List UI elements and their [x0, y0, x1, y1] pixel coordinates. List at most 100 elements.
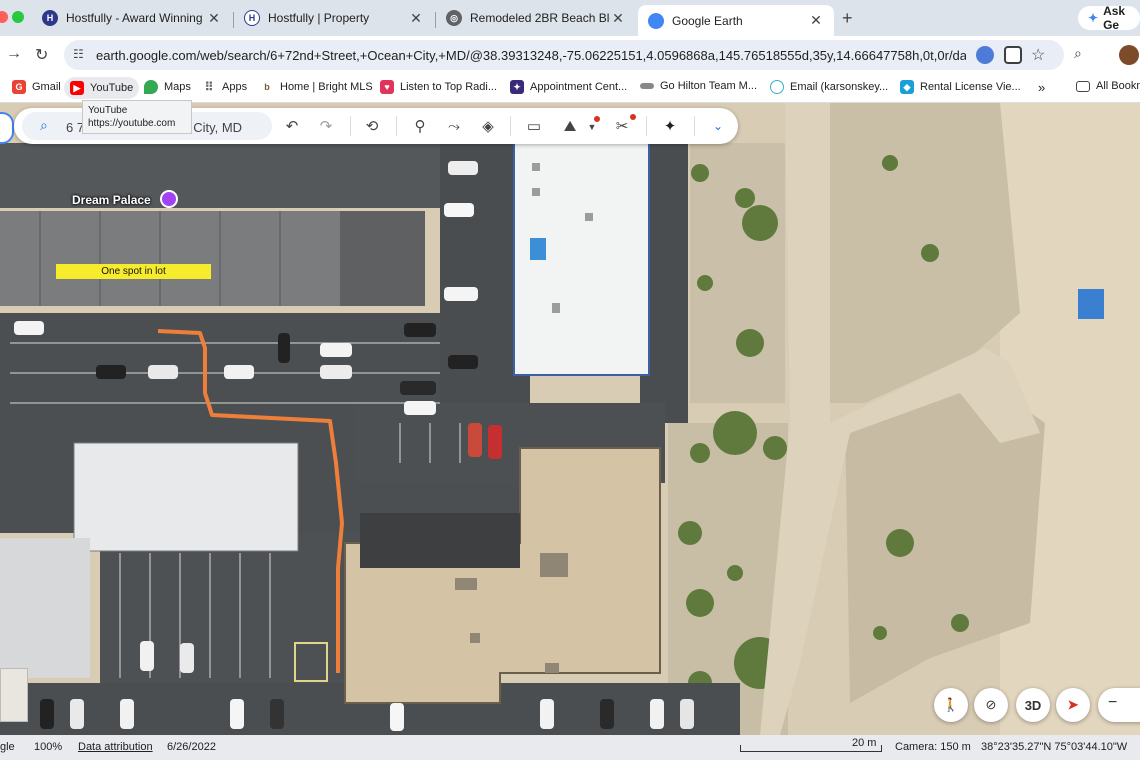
- apps-icon: ⠿: [204, 80, 214, 94]
- tooltip-url: https://youtube.com: [88, 118, 176, 129]
- draw-path-icon[interactable]: ⤳: [444, 116, 464, 136]
- history-icon[interactable]: ⟲: [362, 116, 382, 136]
- bookmark-label: Listen to Top Radi...: [400, 81, 498, 93]
- view-3d-button[interactable]: 3D: [1016, 688, 1050, 722]
- layers-icon[interactable]: ◈: [478, 116, 498, 136]
- google-logo: gle: [0, 741, 15, 753]
- bright-mls-icon: b: [264, 82, 270, 92]
- tab-hostfully-property[interactable]: H Hostfully | Property ✕: [234, 5, 434, 31]
- hostfully-icon: H: [244, 10, 260, 26]
- toolbar-divider: [350, 116, 351, 136]
- google-earth-icon: [648, 12, 664, 29]
- bookmark-radio[interactable]: ♥ Listen to Top Radi...: [380, 80, 497, 94]
- tab-title: Hostfully - Award Winning Va: [66, 11, 206, 25]
- reload-icon[interactable]: ↻: [35, 45, 48, 65]
- search-icon[interactable]: ⌕: [40, 117, 48, 134]
- bookmark-star-icon[interactable]: ☆: [1031, 45, 1049, 64]
- gemini-sparkle-icon: ✦: [1088, 11, 1099, 25]
- toolbar-divider: [396, 116, 397, 136]
- flat-roof-building: [0, 538, 90, 678]
- zoom-out-icon[interactable]: −: [1108, 694, 1117, 712]
- add-placemark-icon[interactable]: ⚲: [410, 116, 430, 136]
- zoom-level: 100%: [34, 741, 63, 753]
- close-tab-icon[interactable]: ✕: [206, 10, 222, 27]
- note-label[interactable]: One spot in lot: [56, 264, 211, 279]
- new-tab-icon[interactable]: +: [842, 8, 853, 29]
- bookmark-appointment[interactable]: ✦ Appointment Cent...: [510, 80, 627, 94]
- terrain-icon[interactable]: ⛰: [560, 116, 580, 136]
- all-bookmarks-button[interactable]: All Bookm: [1076, 80, 1140, 92]
- scale-label: 20 m: [852, 737, 877, 749]
- compass-icon[interactable]: ➤: [1056, 688, 1090, 722]
- search-tabs-icon[interactable]: ⌕: [1074, 45, 1082, 62]
- expand-chevron-icon[interactable]: ⌄: [708, 116, 728, 136]
- place-label-dream-palace[interactable]: Dream Palace: [72, 193, 151, 207]
- close-tab-icon[interactable]: ✕: [408, 10, 424, 27]
- window-close-button[interactable]: [0, 11, 8, 23]
- tools-icon[interactable]: ✂: [612, 116, 632, 136]
- bookmark-bright-mls[interactable]: b Home | Bright MLS: [260, 80, 373, 94]
- data-attribution-link[interactable]: Data attribution: [78, 741, 153, 753]
- bookmark-apps[interactable]: ⠿ Apps: [202, 80, 247, 94]
- gmail-icon: G: [12, 80, 26, 94]
- tab-google-earth[interactable]: Google Earth ✕: [638, 5, 834, 36]
- tab-hostfully-award[interactable]: H Hostfully - Award Winning Va ✕: [32, 5, 232, 31]
- ask-gemini-button[interactable]: ✦ Ask Ge: [1078, 4, 1140, 32]
- radio-icon: ♥: [380, 80, 394, 94]
- tooltip-title: YouTube: [88, 105, 128, 116]
- bookmark-label: YouTube: [90, 82, 134, 94]
- globe-icon: ◎: [446, 10, 462, 26]
- measure-icon[interactable]: ▭: [524, 116, 544, 136]
- forward-arrow-icon[interactable]: →: [6, 45, 22, 63]
- toolbar-divider: [510, 116, 511, 136]
- bookmark-label: All Bookm: [1096, 80, 1140, 92]
- bookmark-label: Home | Bright MLS: [280, 81, 373, 93]
- tab-title: Google Earth: [672, 13, 743, 28]
- toggle-tilt-icon[interactable]: ⊘: [974, 688, 1008, 722]
- browser-toolbar: → ↻ ☷ earth.google.com/web/search/6+72nd…: [0, 36, 1140, 74]
- bookmark-rental-license[interactable]: ◆ Rental License Vie...: [900, 80, 1021, 94]
- address-url[interactable]: earth.google.com/web/search/6+72nd+Stree…: [96, 48, 966, 63]
- street-view-pegman-icon[interactable]: 🚶: [934, 688, 968, 722]
- bookmark-hilton[interactable]: Go Hilton Team M...: [640, 80, 757, 92]
- youtube-icon: ▶: [70, 81, 84, 95]
- bookmark-gmail[interactable]: G Gmail: [12, 80, 61, 94]
- tab-title: Hostfully | Property: [268, 11, 370, 25]
- bookmark-tooltip: YouTube https://youtube.com: [82, 100, 192, 134]
- redo-icon[interactable]: ↷: [316, 116, 336, 136]
- cursor-coordinates: 38°23'35.27"N 75°03'44.10"W: [981, 741, 1128, 753]
- address-bar[interactable]: ☷ earth.google.com/web/search/6+72nd+Str…: [64, 40, 1064, 70]
- gemini-sparkle-icon[interactable]: ✦: [660, 116, 680, 136]
- appointment-icon: ✦: [510, 80, 524, 94]
- rental-icon: ◆: [900, 80, 914, 94]
- bookmark-label: Rental License Vie...: [920, 81, 1021, 93]
- profile-avatar[interactable]: [1119, 45, 1139, 65]
- tab-remodeled-2br[interactable]: ◎ Remodeled 2BR Beach Block ✕: [436, 5, 636, 31]
- bookmark-youtube[interactable]: ▶ YouTube: [64, 77, 140, 99]
- folder-icon: [1076, 80, 1090, 92]
- bookmark-maps[interactable]: Maps: [144, 80, 191, 94]
- camera-altitude: Camera: 150 m: [895, 741, 971, 753]
- earth-status-bar: gle 100% Data attribution 6/26/2022 20 m…: [0, 735, 1140, 760]
- bookmarks-overflow-button[interactable]: »: [1038, 80, 1045, 95]
- beach-umbrella: [1078, 289, 1104, 319]
- tab-strip: H Hostfully - Award Winning Va ✕ H Hostf…: [0, 0, 1140, 36]
- bookmark-email[interactable]: Email (karsonskey...: [770, 80, 888, 94]
- bookmark-label: Appointment Cent...: [530, 81, 628, 93]
- bookmark-label: Maps: [164, 81, 191, 93]
- window-zoom-button[interactable]: [12, 11, 24, 23]
- gemini-page-icon[interactable]: [976, 46, 994, 64]
- minimap-thumbnail[interactable]: [0, 668, 28, 722]
- site-settings-icon[interactable]: ☷: [73, 47, 84, 61]
- email-icon: [770, 80, 784, 94]
- google-lens-icon[interactable]: [1004, 46, 1022, 64]
- maps-icon: [144, 80, 158, 94]
- chevron-down-icon[interactable]: ▼: [582, 117, 602, 137]
- place-pin-icon[interactable]: [160, 190, 178, 208]
- undo-icon[interactable]: ↶: [282, 116, 302, 136]
- zoom-control[interactable]: −: [1098, 688, 1140, 722]
- ask-gemini-label: Ask Ge: [1103, 4, 1126, 32]
- hilton-icon: [640, 83, 654, 89]
- close-tab-icon[interactable]: ✕: [610, 10, 626, 27]
- close-tab-icon[interactable]: ✕: [808, 12, 824, 29]
